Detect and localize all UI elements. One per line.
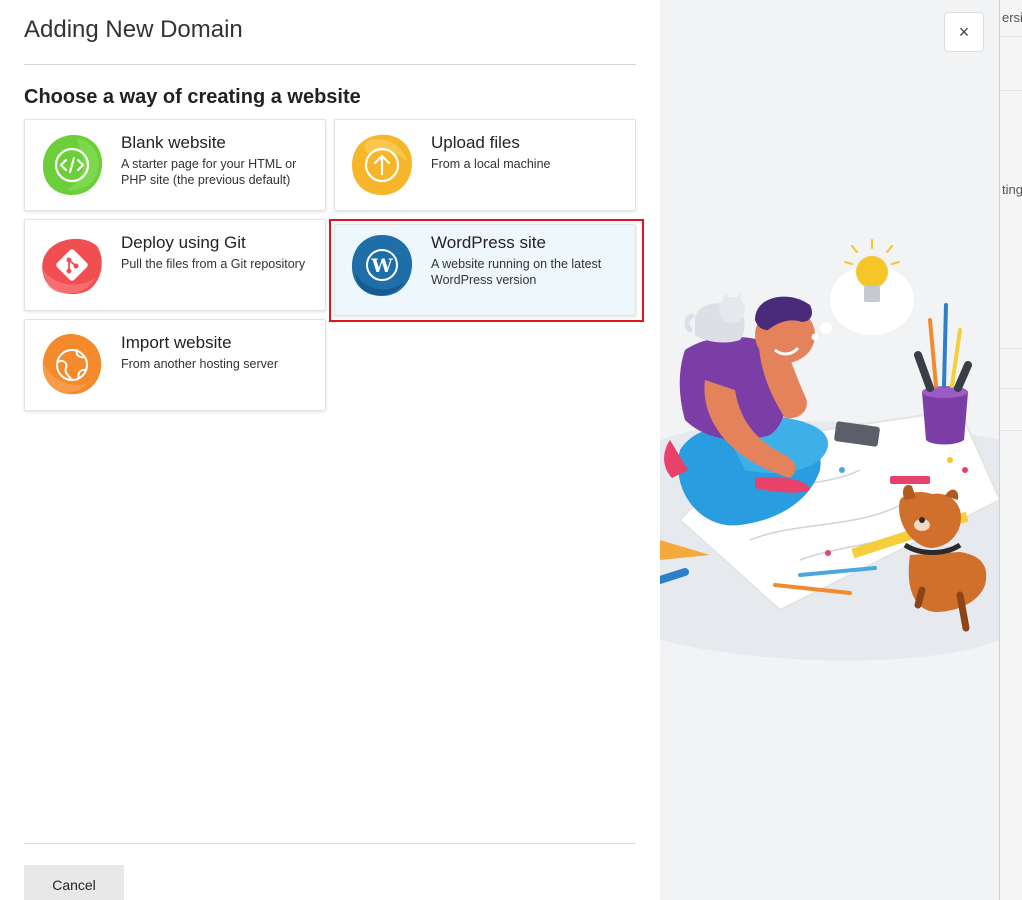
developer-illustration [660, 239, 999, 661]
upload-icon [349, 132, 415, 198]
option-title: Blank website [121, 133, 226, 152]
svg-text:W: W [370, 255, 393, 277]
globe-icon [39, 332, 105, 398]
option-description: Pull the files from a Git repository [121, 257, 306, 271]
option-description: A website running on the latest WordPres… [431, 257, 602, 287]
background-row-divider [1000, 36, 1022, 37]
option-wordpress-site[interactable]: W WordPress site A website running on th… [334, 224, 636, 316]
code-icon [39, 132, 105, 198]
option-import-website[interactable]: Import website From another hosting serv… [24, 319, 326, 411]
cancel-button[interactable]: Cancel [24, 865, 124, 900]
dialog-content: Adding New Domain Choose a way of creati… [0, 0, 660, 900]
background-page: ersi ting [1000, 0, 1022, 900]
background-row-divider [1000, 90, 1022, 91]
wordpress-icon: W [349, 233, 415, 299]
option-title: Upload files [431, 133, 520, 152]
option-deploy-git[interactable]: Deploy using Git Pull the files from a G… [24, 219, 326, 311]
option-upload-files[interactable]: Upload files From a local machine [334, 119, 636, 211]
background-row-divider [1000, 430, 1022, 431]
option-blank-website[interactable]: Blank website A starter page for your HT… [24, 119, 326, 211]
add-domain-dialog: Adding New Domain Choose a way of creati… [0, 0, 1000, 900]
close-button[interactable]: × [944, 12, 984, 52]
option-title: WordPress site [431, 233, 546, 252]
option-description: From another hosting server [121, 357, 279, 371]
option-description: A starter page for your HTML or PHP site… [121, 157, 297, 187]
illustration-panel [660, 0, 999, 900]
title-divider [24, 64, 636, 65]
dialog-title: Adding New Domain [24, 16, 243, 43]
background-row-divider [1000, 348, 1022, 349]
background-row-divider [1000, 388, 1022, 389]
footer-divider [24, 843, 636, 844]
section-heading: Choose a way of creating a website [24, 86, 361, 108]
option-title: Import website [121, 333, 232, 352]
background-text: ting [1002, 182, 1022, 197]
git-icon [39, 232, 105, 298]
background-text: ersi [1002, 10, 1022, 25]
option-title: Deploy using Git [121, 233, 246, 252]
close-icon: × [958, 21, 970, 42]
option-description: From a local machine [431, 157, 551, 171]
